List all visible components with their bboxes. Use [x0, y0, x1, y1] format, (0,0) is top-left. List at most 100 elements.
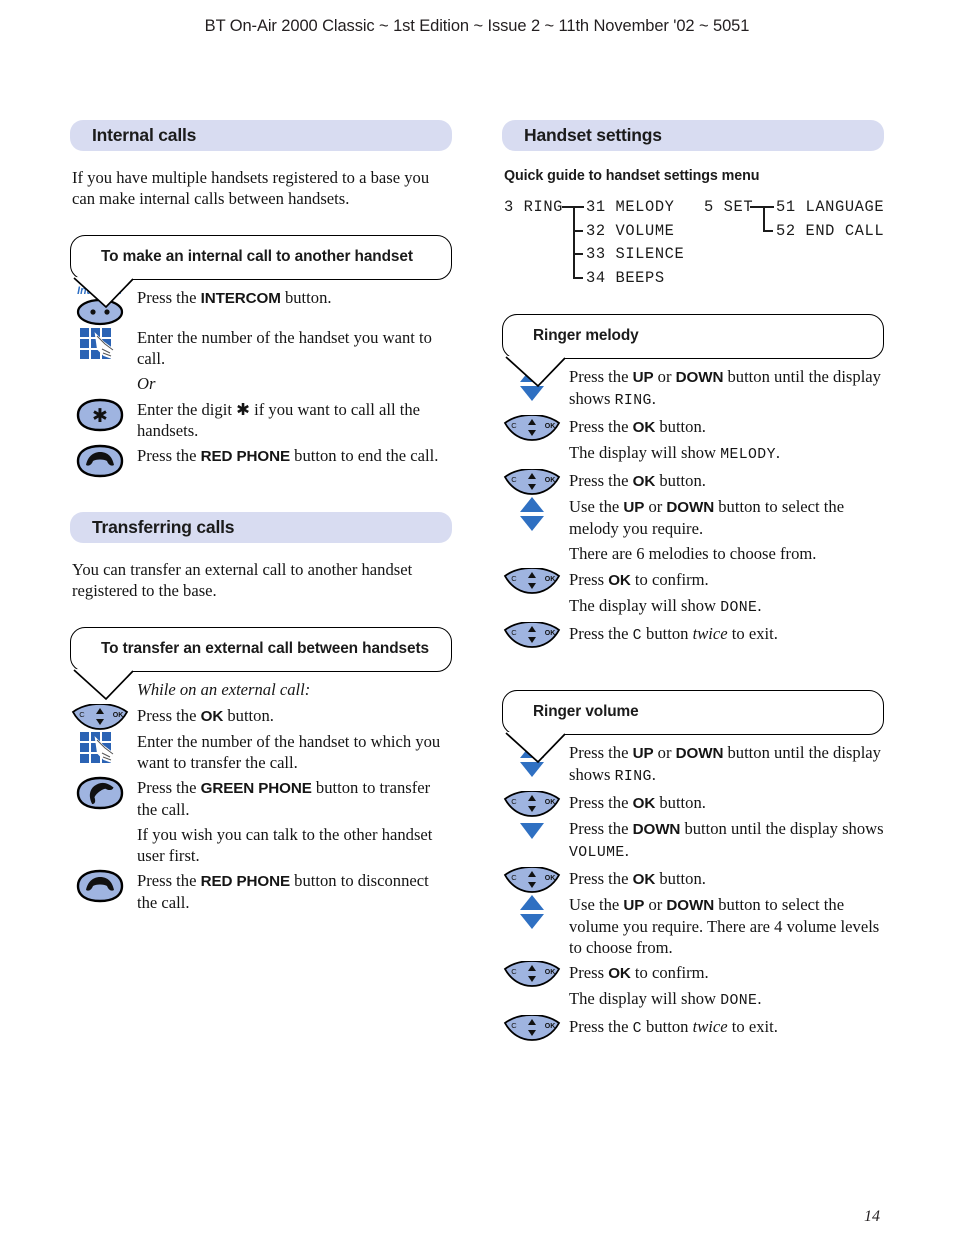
- menu-item: 51 LANGUAGE: [776, 198, 885, 216]
- procedure-step: Or: [70, 372, 452, 398]
- nav-button-icon[interactable]: C OK: [503, 415, 561, 441]
- icon-slot: [502, 495, 563, 533]
- svg-text:C: C: [79, 710, 85, 719]
- nav-button-icon[interactable]: C OK: [503, 469, 561, 495]
- step-text: Or: [137, 374, 156, 393]
- procedure-2: To transfer an external call between han…: [70, 627, 452, 916]
- svg-text:OK: OK: [544, 630, 555, 637]
- section-header-handset-settings: Handset settings: [502, 120, 884, 151]
- procedure-step: C OK Press OK to confirm.: [502, 568, 884, 594]
- menu-tree: 3 RING 31 MELODY 32 VOLUME 33 SILENCE 34 BEE…: [504, 196, 884, 292]
- icon-slot: C OK: [502, 961, 563, 987]
- section-title: Internal calls: [92, 125, 197, 145]
- callout-balloon: Ringer melody: [502, 314, 884, 388]
- procedure-step: C OK Press the OK button.: [502, 867, 884, 893]
- callout-balloon: Ringer volume: [502, 690, 884, 764]
- procedure-wrap-2: Ringer volume Press the UP or DOWN button…: [502, 690, 884, 1043]
- icon-slot: C OK: [502, 568, 563, 594]
- section-intro: If you have multiple handsets registered…: [72, 168, 430, 208]
- step-list: Press the UP or DOWN button until the di…: [502, 359, 884, 650]
- step-text: Enter the number of the handset to which…: [137, 732, 441, 772]
- section-header: Transferring calls: [70, 512, 452, 543]
- step-text: Use the UP or DOWN button to select the …: [569, 497, 845, 538]
- svg-text:OK: OK: [544, 875, 555, 882]
- svg-text:OK: OK: [544, 576, 555, 583]
- callout-title: Ringer volume: [533, 703, 639, 720]
- section-title: Handset settings: [524, 125, 662, 145]
- icon-slot-empty: [502, 594, 563, 620]
- step-text: Press the OK button.: [569, 793, 706, 812]
- callout-balloon: To make an internal call to another hand…: [70, 235, 452, 309]
- procedure-step: Use the UP or DOWN button to select the …: [502, 893, 884, 961]
- icon-slot: C OK: [502, 1015, 563, 1041]
- star-button-icon[interactable]: ✱: [75, 398, 125, 432]
- nav-button-icon[interactable]: C OK: [503, 867, 561, 893]
- keypad-icon[interactable]: [78, 730, 122, 768]
- svg-text:OK: OK: [544, 799, 555, 806]
- step-text: If you wish you can talk to the other ha…: [137, 825, 433, 865]
- procedure-step: C OK Press the OK button.: [502, 791, 884, 817]
- nav-button-icon[interactable]: C OK: [503, 622, 561, 648]
- step-text: Enter the digit ✱ if you want to call al…: [137, 400, 421, 440]
- svg-text:C: C: [511, 628, 517, 637]
- step-text: Press the OK button.: [569, 417, 706, 436]
- procedure-step: C OK Press the C button twice to exit.: [502, 622, 884, 650]
- up-down-arrows-icon[interactable]: [517, 893, 547, 931]
- icon-slot: [70, 730, 131, 768]
- keypad-icon[interactable]: [78, 326, 122, 364]
- step-text: Enter the number of the handset you want…: [137, 328, 432, 368]
- callout-tail: [505, 356, 620, 388]
- step-list: Press the UP or DOWN button until the di…: [502, 735, 884, 1043]
- procedure-step: Enter the number of the handset you want…: [70, 326, 452, 372]
- icon-slot: C OK: [502, 469, 563, 495]
- section-2: Transferring calls You can transfer an ex…: [70, 512, 452, 916]
- section-intro: You can transfer an external call to ano…: [72, 560, 413, 600]
- icon-slot: [70, 869, 131, 903]
- left-column: Internal calls If you have multiple hands…: [70, 120, 452, 950]
- down-arrow-icon[interactable]: [517, 819, 547, 841]
- svg-text:OK: OK: [112, 712, 123, 719]
- menu-root: 5 SET: [704, 198, 754, 216]
- menu-item: 52 END CALL: [776, 221, 885, 240]
- procedure-step: C OK Press the C button twice to exit.: [502, 1015, 884, 1043]
- procedure-step: ✱ Enter the digit ✱ if you want to call a…: [70, 398, 452, 444]
- red-phone-icon[interactable]: [75, 869, 125, 903]
- callout-tail: [73, 277, 188, 309]
- icon-slot-empty: [70, 823, 131, 849]
- step-text: Press the OK button.: [569, 471, 706, 490]
- procedure-step: The display will show DONE.: [502, 594, 884, 622]
- procedure-step: Enter the number of the handset to which…: [70, 730, 452, 776]
- svg-text:C: C: [511, 797, 517, 806]
- running-head: BT On-Air 2000 Classic ~ 1st Edition ~ I…: [204, 17, 750, 35]
- svg-text:C: C: [511, 421, 517, 430]
- nav-button-icon[interactable]: C OK: [71, 704, 129, 730]
- step-text: Press the RED PHONE button to disconnect…: [137, 871, 429, 912]
- icon-slot-empty: [502, 542, 563, 568]
- step-text: Press the RED PHONE button to end the ca…: [137, 446, 439, 465]
- section-title: Transferring calls: [92, 517, 235, 537]
- callout-tail: [505, 732, 620, 764]
- nav-button-icon[interactable]: C OK: [503, 961, 561, 987]
- step-text: Press the GREEN PHONE button to transfer…: [137, 778, 431, 819]
- icon-slot: [70, 444, 131, 478]
- callout-balloon: To transfer an external call between han…: [70, 627, 452, 701]
- procedure-step: The display will show MELODY.: [502, 441, 884, 469]
- nav-button-icon[interactable]: C OK: [503, 568, 561, 594]
- red-phone-icon[interactable]: [75, 444, 125, 478]
- icon-slot: [502, 817, 563, 843]
- svg-text:OK: OK: [544, 969, 555, 976]
- icon-slot: ✱: [70, 398, 131, 432]
- tree-spine: [573, 206, 575, 278]
- icon-slot-empty: [70, 372, 131, 398]
- green-phone-icon[interactable]: [75, 776, 125, 810]
- procedure-step: There are 6 melodies to choose from.: [502, 542, 884, 568]
- nav-button-icon[interactable]: C OK: [503, 791, 561, 817]
- icon-slot: C OK: [502, 622, 563, 648]
- procedure-step: C OK Press OK to confirm.: [502, 961, 884, 987]
- nav-button-icon[interactable]: C OK: [503, 1015, 561, 1041]
- icon-slot-empty: [502, 441, 563, 467]
- up-down-arrows-icon[interactable]: [517, 495, 547, 533]
- procedure-step: Press the RED PHONE button to disconnect…: [70, 869, 452, 916]
- step-text: Press the C button twice to exit.: [569, 624, 778, 644]
- procedure-step: C OK Press the OK button.: [502, 415, 884, 441]
